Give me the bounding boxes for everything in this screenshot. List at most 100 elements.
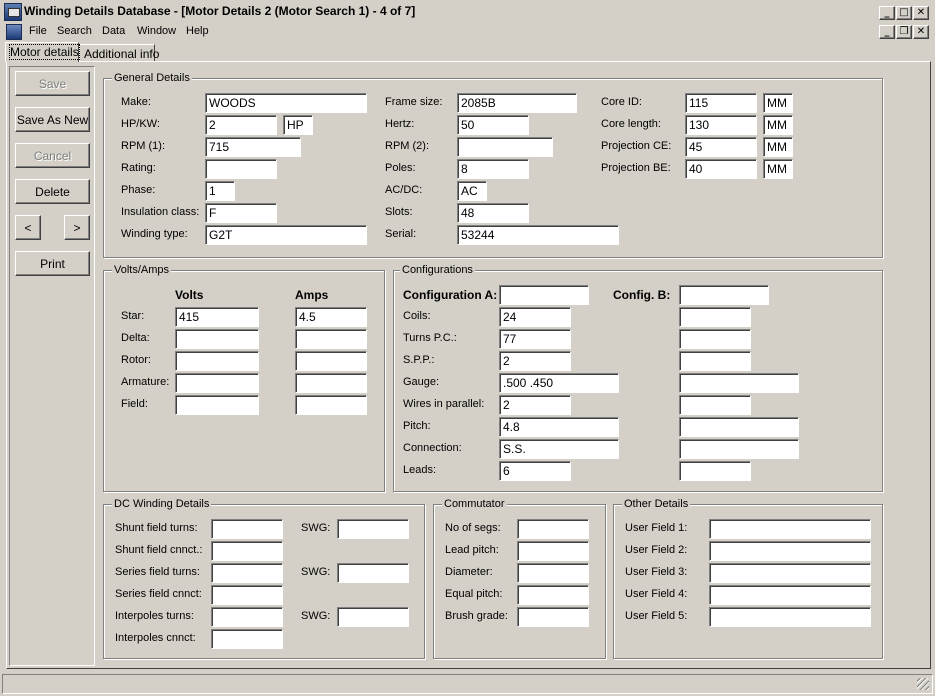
field-volts-field[interactable] [175, 395, 259, 415]
config-b-field[interactable] [679, 285, 769, 305]
interpoles-cnnct-field[interactable] [211, 629, 283, 649]
app-icon[interactable] [4, 3, 22, 21]
rotor-label: Rotor: [121, 354, 151, 366]
connection-b-field[interactable] [679, 439, 799, 459]
delta-volts-field[interactable] [175, 329, 259, 349]
rating-field[interactable] [205, 159, 277, 179]
series-field-cnnct-field[interactable] [211, 585, 283, 605]
pitch-b-field[interactable] [679, 417, 799, 437]
slots-field[interactable]: 48 [457, 203, 529, 223]
shunt-field-turns-label: Shunt field turns: [115, 522, 198, 534]
series-field-turns-field[interactable] [211, 563, 283, 583]
cancel-button[interactable]: Cancel [15, 143, 90, 168]
poles-field[interactable]: 8 [457, 159, 529, 179]
coils-a-field[interactable]: 24 [499, 307, 571, 327]
projection-be-unit-field[interactable]: MM [763, 159, 793, 179]
turns-pc-a-field[interactable]: 77 [499, 329, 571, 349]
child-close-icon[interactable]: ✕ [913, 25, 929, 39]
document-icon[interactable] [6, 24, 22, 40]
series-swg-field[interactable] [337, 563, 409, 583]
delete-button[interactable]: Delete [15, 179, 90, 204]
user-field-2-field[interactable] [709, 541, 871, 561]
close-icon[interactable]: ✕ [913, 6, 929, 20]
child-minimize-icon[interactable]: _ [879, 25, 895, 39]
core-id-label: Core ID: [601, 96, 642, 108]
minimize-icon[interactable]: _ [879, 6, 895, 20]
phase-field[interactable]: 1 [205, 181, 235, 201]
brush-grade-field[interactable] [517, 607, 589, 627]
projection-ce-field[interactable]: 45 [685, 137, 757, 157]
acdc-field[interactable]: AC [457, 181, 487, 201]
rpm1-field[interactable]: 715 [205, 137, 301, 157]
interpoles-swg-field[interactable] [337, 607, 409, 627]
wires-in-parallel-b-field[interactable] [679, 395, 751, 415]
frame-size-field[interactable]: 2085B [457, 93, 577, 113]
leads-a-field[interactable]: 6 [499, 461, 571, 481]
shunt-swg-field[interactable] [337, 519, 409, 539]
save-as-new-button[interactable]: Save As New [15, 107, 90, 132]
menu-help[interactable]: Help [186, 25, 209, 37]
menu-window[interactable]: Window [137, 25, 176, 37]
pitch-a-field[interactable]: 4.8 [499, 417, 619, 437]
resize-grip-icon[interactable] [917, 678, 929, 690]
menu-data[interactable]: Data [102, 25, 125, 37]
spp-label: S.P.P.: [403, 354, 435, 366]
user-field-4-field[interactable] [709, 585, 871, 605]
gauge-b-field[interactable] [679, 373, 799, 393]
turns-pc-b-field[interactable] [679, 329, 751, 349]
coils-b-field[interactable] [679, 307, 751, 327]
armature-amps-field[interactable] [295, 373, 367, 393]
field-amps-field[interactable] [295, 395, 367, 415]
shunt-field-cnnct-field[interactable] [211, 541, 283, 561]
configurations-title: Configurations [400, 264, 475, 276]
config-a-field[interactable] [499, 285, 589, 305]
shunt-field-turns-field[interactable] [211, 519, 283, 539]
core-id-field[interactable]: 115 [685, 93, 757, 113]
leads-b-field[interactable] [679, 461, 751, 481]
user-field-1-field[interactable] [709, 519, 871, 539]
projection-be-field[interactable]: 40 [685, 159, 757, 179]
save-button[interactable]: Save [15, 71, 90, 96]
tab-additional-info[interactable]: Additional info [79, 44, 159, 62]
lead-pitch-field[interactable] [517, 541, 589, 561]
menu-search[interactable]: Search [57, 25, 92, 37]
print-button[interactable]: Print [15, 251, 90, 276]
menu-file[interactable]: File [29, 25, 47, 37]
wires-in-parallel-a-field[interactable]: 2 [499, 395, 571, 415]
insulation-class-field[interactable]: F [205, 203, 277, 223]
hpkw-field[interactable]: 2 [205, 115, 277, 135]
projection-ce-unit-field[interactable]: MM [763, 137, 793, 157]
star-volts-field[interactable]: 415 [175, 307, 259, 327]
star-amps-field[interactable]: 4.5 [295, 307, 367, 327]
hertz-field[interactable]: 50 [457, 115, 529, 135]
diameter-field[interactable] [517, 563, 589, 583]
user-field-5-field[interactable] [709, 607, 871, 627]
user-field-3-field[interactable] [709, 563, 871, 583]
coils-label: Coils: [403, 310, 431, 322]
no-of-segs-field[interactable] [517, 519, 589, 539]
child-restore-icon[interactable]: ❐ [896, 25, 912, 39]
gauge-a-field[interactable]: .500 .450 [499, 373, 619, 393]
interpoles-turns-field[interactable] [211, 607, 283, 627]
armature-volts-field[interactable] [175, 373, 259, 393]
core-length-field[interactable]: 130 [685, 115, 757, 135]
previous-record-button[interactable]: < [15, 215, 41, 240]
equal-pitch-field[interactable] [517, 585, 589, 605]
connection-a-field[interactable]: S.S. [499, 439, 619, 459]
maximize-icon[interactable]: □ [896, 6, 912, 20]
core-length-unit-field[interactable]: MM [763, 115, 793, 135]
next-record-button[interactable]: > [64, 215, 90, 240]
winding-type-field[interactable]: G2T [205, 225, 367, 245]
rotor-volts-field[interactable] [175, 351, 259, 371]
tab-motor-details[interactable]: Motor details [5, 42, 80, 62]
hpkw-unit-field[interactable]: HP [283, 115, 313, 135]
delta-amps-field[interactable] [295, 329, 367, 349]
core-id-unit-field[interactable]: MM [763, 93, 793, 113]
spp-a-field[interactable]: 2 [499, 351, 571, 371]
rpm2-field[interactable] [457, 137, 553, 157]
serial-field[interactable]: 53244 [457, 225, 619, 245]
wires-in-parallel-label: Wires in parallel: [403, 398, 485, 410]
rotor-amps-field[interactable] [295, 351, 367, 371]
make-field[interactable]: WOODS [205, 93, 367, 113]
spp-b-field[interactable] [679, 351, 751, 371]
